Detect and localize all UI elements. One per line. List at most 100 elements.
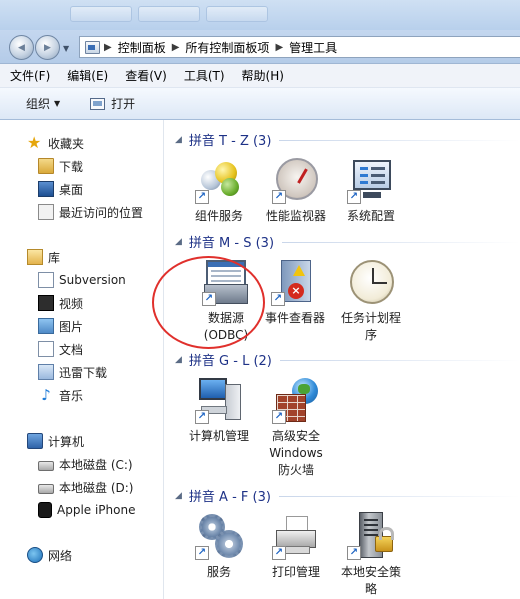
nav-label: 收藏夹 [48,136,85,151]
item-event-viewer[interactable]: × ↗ 事件查看器 [256,258,334,327]
open-label: 打开 [111,97,136,111]
nav-libraries[interactable]: 库 [0,246,60,268]
nav-item-disk-d[interactable]: 本地磁盘 (D:) [0,476,133,498]
item-windows-firewall[interactable]: ↗ 高级安全 Windows 防火墙 [257,376,335,479]
menu-edit[interactable]: 编辑(E) [67,67,108,84]
menu-tools[interactable]: 工具(T) [184,67,225,84]
group-divider [282,242,520,243]
music-note-icon: ♪ [41,386,51,404]
forward-arrow-icon: ▶ [44,42,51,53]
system-config-icon: ↗ [347,156,395,204]
group-divider [278,496,520,497]
address-bar[interactable]: ▶ 控制面板 ▶ 所有控制面板项 ▶ 管理工具 [79,36,520,58]
group-header-a-f[interactable]: ◢ 拼音 A - F (3) [175,486,520,505]
item-label: 服务 [206,565,231,579]
hard-disk-icon [38,483,54,494]
shortcut-arrow-icon: ↗ [202,292,216,306]
shortcut-arrow-icon: ↗ [272,410,286,424]
nav-item-subversion[interactable]: Subversion [0,269,126,291]
gears-icon: ↗ [195,512,243,560]
nav-network[interactable]: 网络 [0,544,72,566]
performance-gauge-icon: ↗ [272,156,320,204]
shortcut-arrow-icon: ↗ [347,546,361,560]
command-bar: 组织 ▼ 打开 [0,88,520,120]
nav-label: 桌面 [59,182,84,197]
picture-library-icon [38,318,54,334]
group-header-t-z[interactable]: ◢ 拼音 T - Z (3) [175,130,520,149]
nav-label: 音乐 [59,388,84,403]
breadcrumb-separator[interactable]: ▶ [275,42,283,53]
nav-favorites[interactable]: ★ 收藏夹 [0,132,84,154]
menu-view[interactable]: 查看(V) [125,67,167,84]
nav-item-thunder-downloads[interactable]: 迅雷下载 [0,361,107,383]
menu-help[interactable]: 帮助(H) [242,67,284,84]
forward-button[interactable]: ▶ [35,35,60,60]
nav-item-downloads[interactable]: 下载 [0,155,83,177]
nav-item-disk-c[interactable]: 本地磁盘 (C:) [0,453,133,475]
item-label: 高级安全 Windows 防火墙 [269,429,323,477]
shortcut-arrow-icon: ↗ [195,190,209,204]
printer-icon: ↗ [272,512,320,560]
hard-disk-icon [38,460,54,471]
menu-file[interactable]: 文件(F) [10,67,50,84]
group-label: 拼音 T - Z (3) [188,134,272,149]
title-tab [206,6,268,22]
group-label: 拼音 A - F (3) [188,490,271,505]
open-button[interactable]: 打开 [90,95,135,112]
item-label: 事件查看器 [264,311,325,325]
item-task-scheduler[interactable]: 任务计划程 序 [332,258,410,344]
breadcrumb-separator[interactable]: ▶ [172,42,180,53]
title-bar-blurred-tabs [70,6,268,22]
item-performance-monitor[interactable]: ↗ 性能监视器 [257,156,335,225]
nav-item-videos[interactable]: 视频 [0,292,83,314]
item-label: 本地安全策 略 [340,565,401,596]
item-label: 性能监视器 [265,209,326,223]
back-button[interactable]: ◀ [9,35,34,60]
breadcrumb-all-items[interactable]: 所有控制面板项 [185,39,269,56]
nav-label: 库 [48,250,61,265]
nav-label: 本地磁盘 (D:) [59,480,134,495]
document-library-icon [38,272,54,288]
breadcrumb-control-panel[interactable]: 控制面板 [118,39,166,56]
group-header-g-l[interactable]: ◢ 拼音 G - L (2) [175,350,520,369]
navigation-pane: ★ 收藏夹 下载 桌面 最近访问的位置 库 Subversion 视频 图片 文… [0,120,164,599]
item-odbc-data-sources[interactable]: ↗ 数据源 (ODBC) [187,258,265,344]
nav-computer[interactable]: 计算机 [0,430,84,452]
nav-label: 视频 [59,296,84,311]
item-computer-management[interactable]: ↗ 计算机管理 [180,376,258,445]
shortcut-arrow-icon: ↗ [347,190,361,204]
menu-bar: 文件(F) 编辑(E) 查看(V) 工具(T) 帮助(H) [0,64,520,88]
item-label: 组件服务 [194,209,243,223]
desktop-icon [38,181,54,197]
item-local-security-policy[interactable]: ↗ 本地安全策 略 [332,512,410,598]
nav-item-pictures[interactable]: 图片 [0,315,83,337]
network-icon [27,547,43,563]
nav-label: 最近访问的位置 [59,205,144,220]
nav-item-desktop[interactable]: 桌面 [0,178,83,200]
title-tab [138,6,200,22]
event-viewer-icon: × ↗ [271,258,319,306]
recent-pages-dropdown[interactable]: ▼ [63,44,69,53]
nav-label: 文档 [59,342,84,357]
computer-icon [27,433,43,449]
item-label: 系统配置 [346,209,395,223]
shortcut-arrow-icon: ↗ [272,546,286,560]
star-icon: ★ [27,133,42,152]
item-services[interactable]: ↗ 服务 [180,512,258,581]
item-system-configuration[interactable]: ↗ 系统配置 [332,156,410,225]
organize-button[interactable]: 组织 ▼ [26,95,60,112]
nav-item-documents[interactable]: 文档 [0,338,83,360]
item-print-management[interactable]: ↗ 打印管理 [257,512,335,581]
breadcrumb-admin-tools[interactable]: 管理工具 [289,39,337,56]
navigation-bar: ◀ ▶ ▼ ▶ 控制面板 ▶ 所有控制面板项 ▶ 管理工具 [0,30,520,64]
nav-item-recent-places[interactable]: 最近访问的位置 [0,201,143,223]
recent-places-icon [38,204,54,220]
nav-label: Apple iPhone [57,503,136,517]
nav-label: 计算机 [48,434,85,449]
chevron-down-icon: ▼ [54,99,61,108]
breadcrumb-separator[interactable]: ▶ [104,42,112,53]
group-header-m-s[interactable]: ◢ 拼音 M - S (3) [175,232,520,251]
nav-item-iphone[interactable]: Apple iPhone [0,499,135,521]
nav-item-music[interactable]: ♪ 音乐 [0,384,83,406]
item-component-services[interactable]: ↗ 组件服务 [180,156,258,225]
